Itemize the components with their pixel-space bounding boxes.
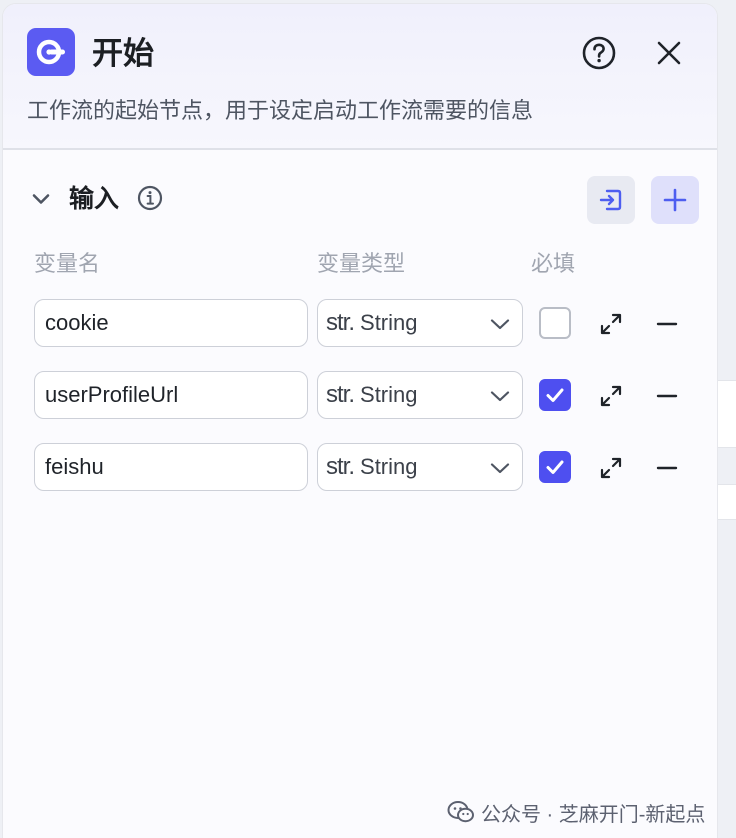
required-checkbox[interactable]: [539, 451, 571, 483]
import-icon: [599, 189, 622, 211]
expand-icon: [600, 457, 622, 479]
chevron-down-icon: [490, 463, 510, 474]
info-icon: [137, 185, 163, 211]
column-header-required: 必填: [531, 251, 576, 276]
watermark-text: 公众号 · 芝麻开门-新起点: [481, 803, 706, 826]
expand-icon: [600, 385, 622, 407]
remove-variable-button[interactable]: [653, 310, 681, 338]
add-variable-button[interactable]: [651, 176, 699, 224]
minus-icon: [656, 394, 678, 398]
check-icon: [546, 388, 564, 402]
close-button[interactable]: [651, 35, 687, 71]
variable-name-input[interactable]: [34, 371, 308, 419]
node-title: 开始: [92, 36, 154, 71]
variable-row: str. String: [3, 443, 717, 491]
column-header-name: 变量名: [34, 251, 101, 276]
variable-row: str. String: [3, 299, 717, 347]
import-variables-button[interactable]: [587, 176, 635, 224]
chevron-down-icon: [490, 391, 510, 402]
variable-type-select[interactable]: str. String: [317, 371, 523, 419]
node-description: 工作流的起始节点，用于设定启动工作流需要的信息: [27, 98, 534, 123]
collapse-toggle[interactable]: [29, 187, 53, 211]
close-icon: [657, 41, 681, 65]
chevron-down-icon: [490, 319, 510, 330]
panel-header: 开始 工作流的起始节点，用于设定启动工作流需要的信息: [3, 4, 717, 150]
help-button[interactable]: [581, 35, 617, 71]
check-icon: [546, 460, 564, 474]
remove-variable-button[interactable]: [653, 382, 681, 410]
chevron-down-icon: [32, 194, 50, 204]
string-type-icon: str.: [326, 309, 355, 336]
variable-type-select[interactable]: str. String: [317, 443, 523, 491]
variable-type-label: String: [360, 454, 418, 479]
section-title: 输入: [69, 185, 120, 213]
info-tooltip-trigger[interactable]: [136, 184, 164, 212]
expand-variable-button[interactable]: [597, 310, 625, 338]
start-node-icon: [27, 28, 75, 76]
watermark: 公众号 · 芝麻开门-新起点: [447, 797, 705, 827]
string-type-icon: str.: [326, 381, 355, 408]
expand-variable-button[interactable]: [597, 454, 625, 482]
variable-name-input[interactable]: [34, 443, 308, 491]
remove-variable-button[interactable]: [653, 454, 681, 482]
plus-icon: [663, 188, 687, 212]
input-section-header: 输入: [3, 174, 717, 226]
question-circle-icon: [582, 36, 616, 70]
variable-type-label: String: [360, 382, 418, 407]
expand-variable-button[interactable]: [597, 382, 625, 410]
variable-type-label: String: [360, 310, 418, 335]
variable-row: str. String: [3, 371, 717, 419]
required-checkbox[interactable]: [539, 379, 571, 411]
minus-icon: [656, 322, 678, 326]
column-header-type: 变量类型: [317, 251, 406, 276]
variable-name-input[interactable]: [34, 299, 308, 347]
start-node-panel: 开始 工作流的起始节点，用于设定启动工作流需要的信息 输入 变量名 变量类型 必…: [2, 3, 718, 838]
required-checkbox[interactable]: [539, 307, 571, 339]
string-type-icon: str.: [326, 453, 355, 480]
wechat-icon: [447, 801, 474, 823]
variable-type-select[interactable]: str. String: [317, 299, 523, 347]
minus-icon: [656, 466, 678, 470]
expand-icon: [600, 313, 622, 335]
